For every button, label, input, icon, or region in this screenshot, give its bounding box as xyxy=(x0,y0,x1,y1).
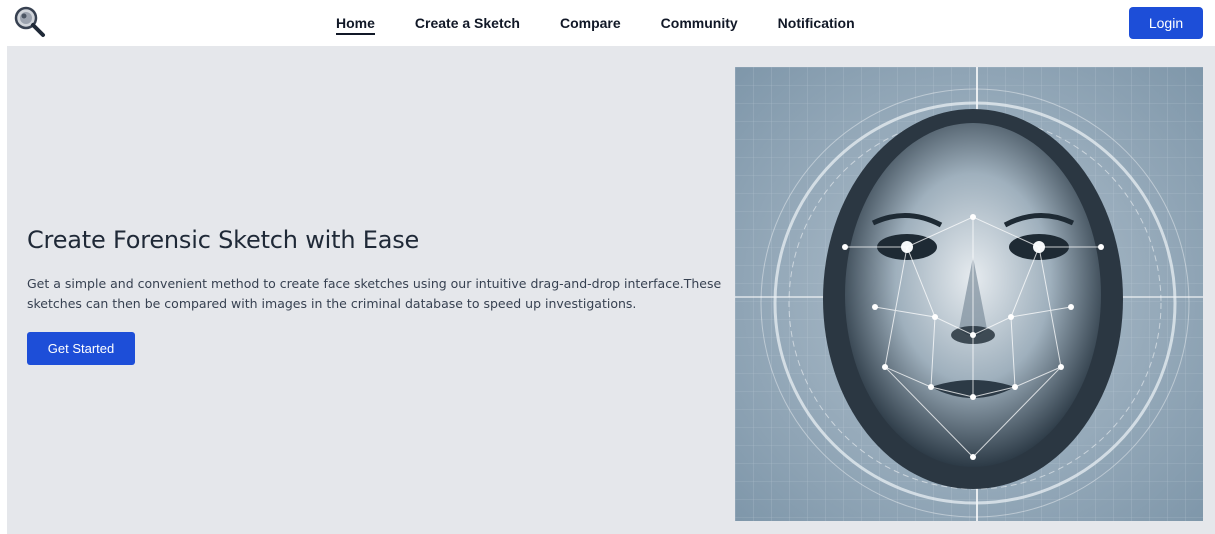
nav-link-home[interactable]: Home xyxy=(336,14,375,35)
login-button[interactable]: Login xyxy=(1129,7,1203,39)
nav-link-compare[interactable]: Compare xyxy=(560,14,621,35)
hero-description: Get a simple and convenient method to cr… xyxy=(27,276,722,311)
nav-links: Home Create a Sketch Compare Community N… xyxy=(336,14,895,35)
hero-title: Create Forensic Sketch with Ease xyxy=(27,226,420,254)
nav-link-create-sketch[interactable]: Create a Sketch xyxy=(415,14,520,35)
nav-link-community[interactable]: Community xyxy=(661,14,738,35)
nav-link-notification[interactable]: Notification xyxy=(778,14,855,35)
hero-section: Create Forensic Sketch with Ease Get a s… xyxy=(7,46,1215,534)
magnifier-icon[interactable] xyxy=(12,4,48,38)
navbar: Home Create a Sketch Compare Community N… xyxy=(0,0,1215,46)
get-started-button[interactable]: Get Started xyxy=(27,332,135,365)
face-scan-image xyxy=(735,67,1203,521)
